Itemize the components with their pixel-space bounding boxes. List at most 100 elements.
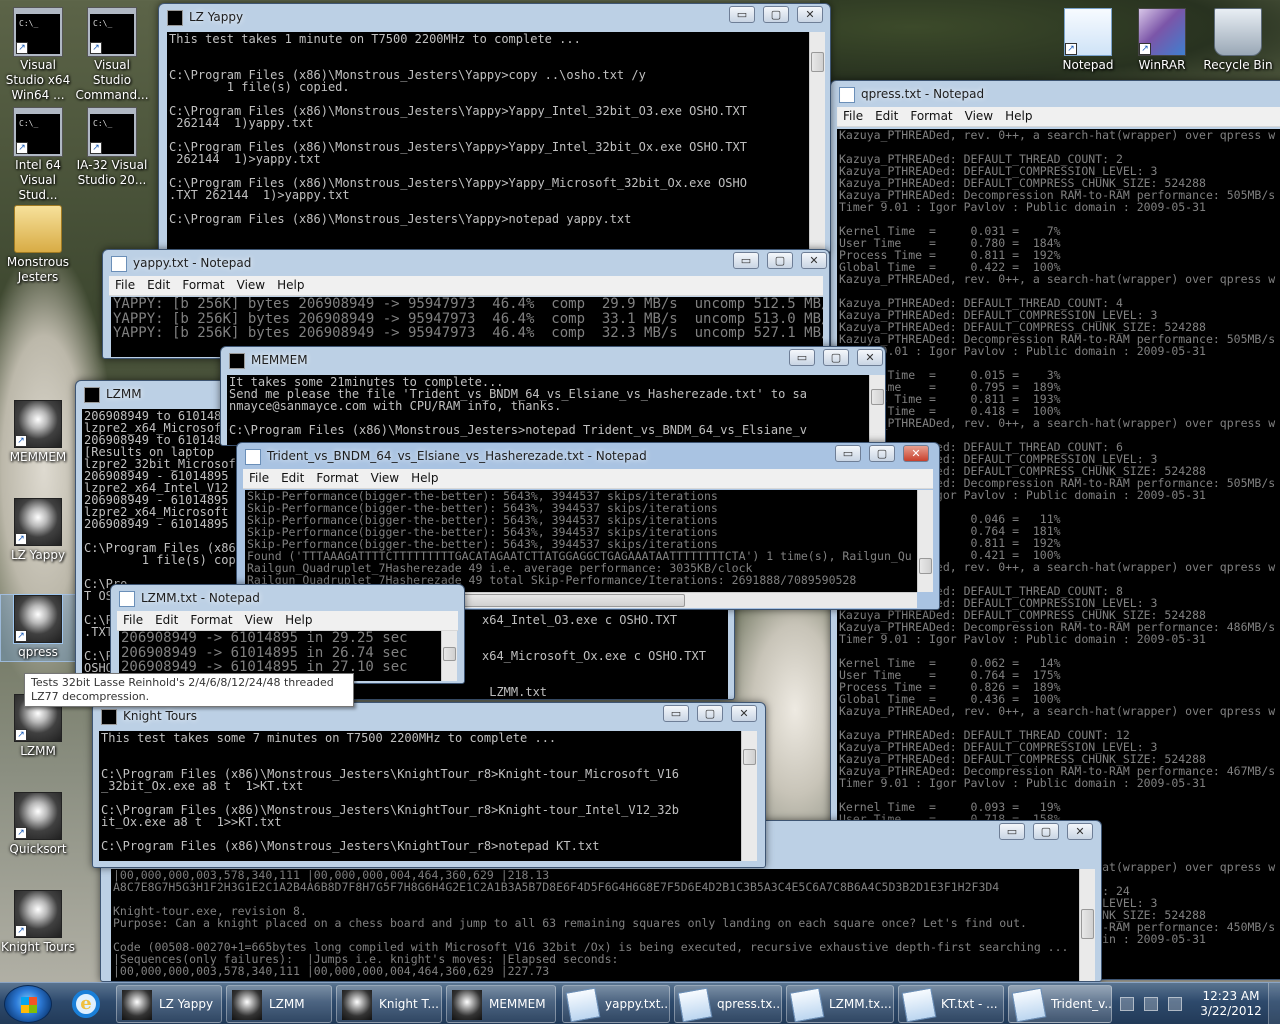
text-area[interactable]: |00,000,000,003,578,340,111 |00,000,000,… <box>111 869 1079 981</box>
menu-edit[interactable]: Edit <box>155 613 178 627</box>
console-output-tail[interactable]: x64_Intel_O3.exe c OSHO.TXT x64_Microsof… <box>480 613 728 699</box>
taskbar-button-lzmm[interactable]: LZMM <box>226 985 332 1023</box>
close-button[interactable]: ✕ <box>801 252 827 269</box>
console-icon <box>84 387 100 403</box>
menu-file[interactable]: File <box>123 613 143 627</box>
maximize-button[interactable]: ▢ <box>823 349 849 366</box>
menu-view[interactable]: View <box>237 278 265 292</box>
menu-help[interactable]: Help <box>411 471 438 485</box>
volume-icon[interactable] <box>1168 997 1182 1011</box>
close-button[interactable]: ✕ <box>857 349 883 366</box>
maximize-button[interactable]: ▢ <box>697 705 723 722</box>
desktop-icon-qpress[interactable]: ↗ qpress <box>0 594 76 662</box>
recycle-bin-icon <box>1214 8 1262 56</box>
menu-format[interactable]: Format <box>910 109 952 123</box>
clock[interactable]: 12:23 AM 3/22/2012 <box>1196 989 1266 1019</box>
menu-edit[interactable]: Edit <box>147 278 170 292</box>
menu-view[interactable]: View <box>245 613 273 627</box>
taskbar: e LZ Yappy LZMM Knight T... MEMMEM yappy… <box>0 982 1280 1024</box>
minimize-button[interactable]: ▭ <box>663 705 689 722</box>
window-knight-tours[interactable]: Knight Tours ▭ ▢ ✕ This test takes some … <box>92 702 766 868</box>
vertical-scrollbar[interactable] <box>809 32 825 252</box>
maximize-button[interactable]: ▢ <box>767 252 793 269</box>
minimize-button[interactable]: ▭ <box>733 252 759 269</box>
minimize-button[interactable]: ▭ <box>835 445 861 462</box>
vertical-scrollbar[interactable] <box>917 490 933 592</box>
title-bar[interactable]: Knight Tours ▭ ▢ ✕ <box>93 703 765 731</box>
desktop-icon-label: Quicksort <box>9 842 67 856</box>
taskbar-button-kt-notepad[interactable]: KT.txt - ... <box>898 985 1004 1023</box>
desktop-icon-lz-yappy[interactable]: ↗ LZ Yappy <box>0 498 76 563</box>
title-bar[interactable]: yappy.txt - Notepad ▭ ▢ ✕ <box>103 250 829 278</box>
window-memmem[interactable]: MEMMEM ▭ ▢ ✕ It takes some 21minutes to … <box>220 346 886 446</box>
menu-file[interactable]: File <box>115 278 135 292</box>
desktop-icon-notepad[interactable]: ↗ Notepad <box>1050 8 1126 73</box>
console-output[interactable]: This test takes 1 minute on T7500 2200MH… <box>167 32 809 252</box>
close-button[interactable]: ✕ <box>797 6 823 23</box>
maximize-button[interactable]: ▢ <box>763 6 789 23</box>
vertical-scrollbar[interactable] <box>741 731 757 861</box>
taskbar-button-label: yappy.txt... <box>605 997 670 1011</box>
menu-help[interactable]: Help <box>285 613 312 627</box>
menu-edit[interactable]: Edit <box>875 109 898 123</box>
menu-format[interactable]: Format <box>316 471 358 485</box>
desktop-icon-memmem[interactable]: ↗ MEMMEM <box>0 400 76 465</box>
taskbar-button-knight-tours[interactable]: Knight T... <box>336 985 442 1023</box>
menu-bar: File Edit Format View Help <box>109 276 823 296</box>
window-yappy-notepad[interactable]: yappy.txt - Notepad ▭ ▢ ✕ File Edit Format… <box>102 249 830 359</box>
taskbar-button-qpress-notepad[interactable]: qpress.tx... <box>674 985 782 1023</box>
title-bar[interactable]: Trident_vs_BNDM_64_vs_Elsiane_vs_Hashere… <box>237 443 939 471</box>
console-output[interactable]: This test takes some 7 minutes on T7500 … <box>99 731 741 861</box>
desktop-icon-ia32-visual-studio[interactable]: ↗ IA-32 Visual Studio 20... <box>74 108 150 188</box>
menu-file[interactable]: File <box>843 109 863 123</box>
internet-explorer-pinned[interactable]: e <box>60 983 112 1024</box>
vertical-scrollbar[interactable] <box>1079 869 1095 981</box>
show-desktop-button[interactable] <box>1268 983 1280 1024</box>
jester-icon <box>122 990 152 1020</box>
console-icon: ↗ <box>14 8 62 56</box>
maximize-button[interactable]: ▢ <box>869 445 895 462</box>
menu-edit[interactable]: Edit <box>281 471 304 485</box>
vertical-scrollbar[interactable] <box>869 375 885 445</box>
menu-help[interactable]: Help <box>1005 109 1032 123</box>
desktop-icon-winrar[interactable]: ↗ WinRAR <box>1124 8 1200 73</box>
maximize-button[interactable]: ▢ <box>1033 823 1059 840</box>
taskbar-button-lzmm-notepad[interactable]: LZMM.tx... <box>786 985 894 1023</box>
menu-file[interactable]: File <box>249 471 269 485</box>
console-output[interactable]: It takes some 21minutes to complete... S… <box>227 375 869 445</box>
title-bar[interactable]: MEMMEM ▭ ▢ ✕ <box>221 347 885 375</box>
window-lzmm-notepad[interactable]: LZMM.txt - Notepad File Edit Format View Hel… <box>110 584 465 684</box>
window-lz-yappy[interactable]: LZ Yappy ▭ ▢ ✕ This test takes 1 minute … <box>158 3 831 253</box>
minimize-button[interactable]: ▭ <box>999 823 1025 840</box>
menu-format[interactable]: Format <box>190 613 232 627</box>
minimize-button[interactable]: ▭ <box>789 349 815 366</box>
close-button[interactable]: ✕ <box>731 705 757 722</box>
taskbar-button-trident-notepad[interactable]: Trident_v... <box>1008 985 1112 1023</box>
menu-view[interactable]: View <box>965 109 993 123</box>
menu-format[interactable]: Format <box>182 278 224 292</box>
desktop-icon-vs-x64-win64[interactable]: ↗ Visual Studio x64 Win64 ... <box>0 8 76 103</box>
taskbar-button-memmem[interactable]: MEMMEM <box>446 985 556 1023</box>
title-bar[interactable]: LZ Yappy ▭ ▢ ✕ <box>159 4 830 32</box>
title-bar[interactable]: LZMM.txt - Notepad <box>111 585 464 613</box>
network-icon[interactable] <box>1144 997 1158 1011</box>
minimize-button[interactable]: ▭ <box>729 6 755 23</box>
menu-view[interactable]: View <box>371 471 399 485</box>
menu-help[interactable]: Help <box>277 278 304 292</box>
desktop-icon-label: Knight Tours <box>1 940 75 954</box>
desktop-icon-vs-command[interactable]: ↗ Visual Studio Command... <box>74 8 150 103</box>
start-button[interactable] <box>4 985 52 1023</box>
taskbar-button-lz-yappy[interactable]: LZ Yappy <box>116 985 222 1023</box>
taskbar-button-yappy-notepad[interactable]: yappy.txt... <box>562 985 670 1023</box>
desktop-icon-recycle-bin[interactable]: Recycle Bin <box>1200 8 1276 73</box>
desktop-icon-knight-tours[interactable]: ↗ Knight Tours <box>0 890 76 955</box>
close-button[interactable]: ✕ <box>903 445 929 462</box>
desktop-icon-monstrous-jesters[interactable]: Monstrous Jesters <box>0 205 76 285</box>
text-area[interactable]: Skip-Performance(bigger-the-better): 564… <box>245 490 917 592</box>
desktop-icon-quicksort[interactable]: ↗ Quicksort <box>0 792 76 857</box>
close-button[interactable]: ✕ <box>1067 823 1093 840</box>
desktop-icon-intel64-visual-studio[interactable]: ↗ Intel 64 Visual Stud... <box>0 108 76 203</box>
title-bar[interactable]: qpress.txt - Notepad <box>831 81 1280 109</box>
action-center-icon[interactable] <box>1120 997 1134 1011</box>
vertical-scrollbar[interactable] <box>441 631 457 681</box>
